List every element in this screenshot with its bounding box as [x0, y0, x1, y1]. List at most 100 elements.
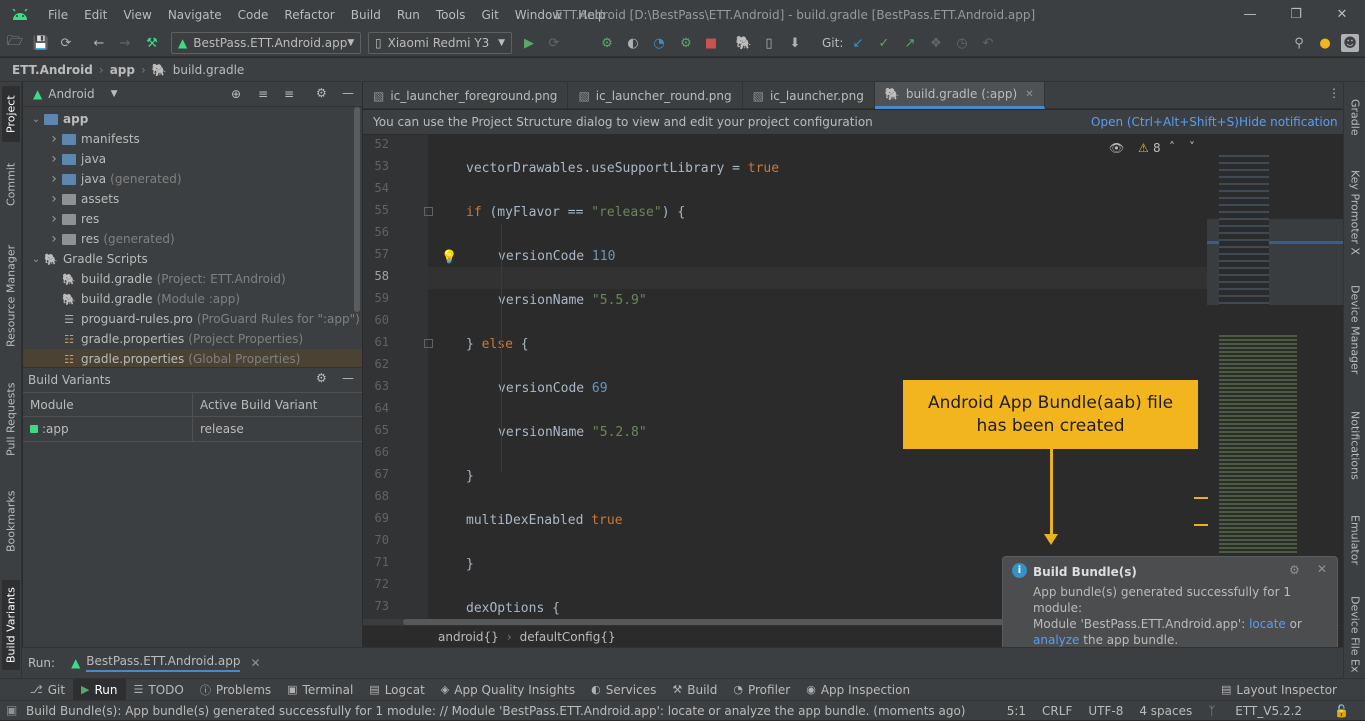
- breadcrumb-module[interactable]: app: [110, 63, 135, 77]
- gear-icon[interactable]: ⚙: [1289, 562, 1300, 578]
- stripe-tab-commit[interactable]: Commit: [2, 154, 20, 214]
- chevron-down-icon[interactable]: ⌄: [29, 254, 43, 265]
- chevron-right-icon[interactable]: ›: [47, 231, 61, 247]
- variant-cell[interactable]: release: [193, 417, 244, 441]
- hide-panel-icon[interactable]: —: [342, 86, 354, 100]
- status-message[interactable]: Build Bundle(s): App bundle(s) generated…: [26, 704, 965, 718]
- tool-window-app-inspection[interactable]: ◉ App Inspection: [798, 679, 918, 701]
- view-mode-select[interactable]: Android: [48, 87, 94, 101]
- warning-icon[interactable]: ⚠: [1138, 141, 1149, 155]
- tool-window-build[interactable]: ⚒ Build: [664, 679, 725, 701]
- sync-gradle-icon[interactable]: 🐘: [735, 34, 753, 52]
- caret-position[interactable]: 5:1: [1007, 704, 1026, 718]
- stop-icon[interactable]: ■: [702, 34, 720, 52]
- attach-debugger-icon[interactable]: ⚙: [677, 34, 695, 52]
- tree-item[interactable]: ⌄ app: [23, 109, 362, 129]
- tree-item[interactable]: 🐘 build.gradle (Project: ETT.Android): [23, 269, 362, 289]
- close-icon[interactable]: ✕: [250, 656, 260, 670]
- breadcrumb-project[interactable]: ETT.Android: [12, 63, 93, 77]
- lock-icon[interactable]: 🔓: [1334, 704, 1349, 718]
- chevron-right-icon[interactable]: ›: [47, 131, 61, 147]
- menu-navigate[interactable]: Navigate: [160, 0, 230, 30]
- stripe-tab-key-promoter[interactable]: Key Promoter X: [1346, 164, 1364, 260]
- editor-breadcrumb-android[interactable]: android{}: [438, 630, 499, 644]
- forward-icon[interactable]: →: [116, 34, 134, 52]
- stripe-tab-build-variants[interactable]: Build Variants: [2, 580, 20, 670]
- git-branch[interactable]: ᛉ ETT_V5.2.2: [1208, 704, 1318, 718]
- minimize-button[interactable]: —: [1227, 0, 1273, 30]
- stripe-tab-project[interactable]: Project: [2, 86, 20, 142]
- tree-item[interactable]: ☰ proguard-rules.pro (ProGuard Rules for "…: [23, 309, 362, 329]
- close-window-button[interactable]: ✕: [1319, 0, 1365, 30]
- tree-item[interactable]: › assets: [23, 189, 362, 209]
- update-icon[interactable]: ●: [1316, 34, 1334, 52]
- panel-toggle-icon[interactable]: ▣: [6, 703, 17, 717]
- table-row[interactable]: :app release: [23, 417, 362, 442]
- push-icon[interactable]: ↗: [901, 34, 919, 52]
- tree-item[interactable]: › manifests: [23, 129, 362, 149]
- debug-icon[interactable]: ⚙: [598, 34, 616, 52]
- stripe-tab-pull-requests[interactable]: Pull Requests: [2, 374, 20, 464]
- run-config-tab[interactable]: BestPass.ETT.Android.app: [86, 654, 241, 672]
- tool-window-app-quality-insights[interactable]: ◈ App Quality Insights: [433, 679, 583, 701]
- save-all-icon[interactable]: 💾: [32, 34, 50, 52]
- commit-icon[interactable]: ✓: [875, 34, 893, 52]
- more-tabs-icon[interactable]: ⋮: [1328, 86, 1340, 100]
- fold-marker-icon[interactable]: [424, 339, 433, 348]
- tool-window-logcat[interactable]: ▤ Logcat: [361, 679, 433, 701]
- hide-notification-link[interactable]: Hide notification: [1239, 115, 1338, 129]
- menu-run[interactable]: Run: [389, 0, 428, 30]
- analyze-link[interactable]: analyze: [1033, 633, 1079, 647]
- tree-item[interactable]: › res (generated): [23, 229, 362, 249]
- menu-file[interactable]: File: [40, 0, 76, 30]
- lightbulb-icon[interactable]: 💡: [441, 250, 457, 265]
- warning-count[interactable]: 8: [1153, 141, 1161, 155]
- editor-tab[interactable]: ▧ ic_launcher_round.png: [568, 82, 743, 109]
- menu-refactor[interactable]: Refactor: [276, 0, 342, 30]
- close-tab-icon[interactable]: ✕: [1025, 89, 1033, 100]
- tool-window-run[interactable]: ▶ Run: [73, 678, 126, 701]
- search-icon[interactable]: ⚲: [1290, 34, 1308, 52]
- expand-all-icon[interactable]: ≡: [258, 87, 268, 101]
- locate-link[interactable]: locate: [1249, 617, 1286, 631]
- tree-item[interactable]: › java (generated): [23, 169, 362, 189]
- chevron-right-icon[interactable]: ›: [47, 151, 61, 167]
- open-project-structure-link[interactable]: Open (Ctrl+Alt+Shift+S): [1091, 115, 1239, 129]
- rerun-icon[interactable]: ⟳: [545, 34, 563, 52]
- editor-tab[interactable]: 🐘 build.gradle (:app) ✕: [874, 82, 1045, 109]
- menu-view[interactable]: View: [115, 0, 159, 30]
- update-project-icon[interactable]: ↙: [849, 34, 867, 52]
- run-config-select[interactable]: ▲ BestPass.ETT.Android.app ▼: [171, 32, 361, 54]
- stripe-tab-device-file-explorer[interactable]: Device File Ex: [1346, 590, 1364, 678]
- previous-highlight-icon[interactable]: ˄: [1169, 140, 1175, 154]
- rollback-icon[interactable]: ↶: [979, 34, 997, 52]
- layout-inspector-button[interactable]: ▤ Layout Inspector: [1213, 679, 1345, 701]
- chevron-down-icon[interactable]: ▼: [111, 89, 118, 99]
- indent-setting[interactable]: 4 spaces: [1139, 704, 1192, 718]
- line-separator[interactable]: CRLF: [1042, 704, 1072, 718]
- tool-window-todo[interactable]: ☰ TODO: [126, 679, 192, 701]
- menu-code[interactable]: Code: [230, 0, 277, 30]
- next-highlight-icon[interactable]: ˅: [1189, 140, 1195, 154]
- tool-window-services[interactable]: ◐ Services: [583, 679, 664, 701]
- run-icon[interactable]: ▶: [520, 34, 538, 52]
- stripe-tab-notifications[interactable]: Notifications: [1346, 402, 1364, 488]
- stripe-tab-emulator[interactable]: Emulator: [1346, 508, 1364, 572]
- close-icon[interactable]: ✕: [1317, 561, 1327, 577]
- history-icon[interactable]: ◷: [953, 34, 971, 52]
- restore-button[interactable]: ❐: [1273, 0, 1319, 30]
- profile-icon[interactable]: ◔: [650, 34, 668, 52]
- tree-item[interactable]: › res: [23, 209, 362, 229]
- avatar-icon[interactable]: ☻: [1341, 34, 1359, 52]
- breadcrumb-file[interactable]: build.gradle: [173, 63, 245, 77]
- back-icon[interactable]: ←: [90, 34, 108, 52]
- device-manager-icon[interactable]: ▯: [760, 34, 778, 52]
- chevron-down-icon[interactable]: ⌄: [29, 114, 43, 125]
- stripe-tab-bookmarks[interactable]: Bookmarks: [2, 486, 20, 556]
- chevron-right-icon[interactable]: ›: [47, 171, 61, 187]
- menu-git[interactable]: Git: [473, 0, 506, 30]
- gear-icon[interactable]: ⚙: [316, 371, 327, 385]
- reader-mode-icon[interactable]: 👁: [1109, 141, 1124, 155]
- menu-tools[interactable]: Tools: [428, 0, 474, 30]
- device-select[interactable]: ▯ Xiaomi Redmi Y3 ▼: [368, 32, 512, 54]
